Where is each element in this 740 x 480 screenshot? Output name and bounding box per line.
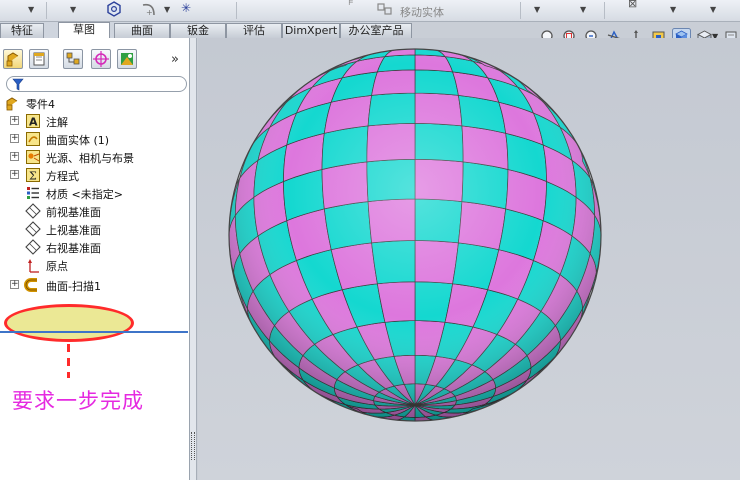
- tab-sheet-metal[interactable]: 钣金: [170, 23, 226, 38]
- tree-item-equations[interactable]: + Σ 方程式: [0, 166, 188, 184]
- dropdown-arrow-icon[interactable]: ▼: [710, 5, 716, 14]
- origin-icon: [28, 259, 39, 273]
- tree-item-label: 注解: [46, 116, 68, 129]
- sphere-model[interactable]: [225, 47, 615, 437]
- plane-icon: [25, 203, 41, 219]
- tab-office-products[interactable]: 办公室产品: [340, 23, 412, 38]
- tab-features[interactable]: 特征: [0, 23, 44, 38]
- command-tabs: 特征 草图 曲面 钣金 评估 DimXpert 办公室产品: [0, 22, 412, 38]
- dropdown-arrow-icon[interactable]: ▼: [164, 5, 170, 14]
- display-manager-icon: [121, 53, 133, 65]
- feature-tree-icon: [6, 52, 19, 67]
- panel-splitter[interactable]: [190, 38, 197, 480]
- tree-item-label: 原点: [46, 260, 68, 273]
- display-manager-tab[interactable]: [117, 49, 137, 69]
- annotation-dashed-line: [67, 344, 70, 378]
- dropdown-arrow-icon[interactable]: ▼: [28, 5, 34, 14]
- expand-toggle-icon[interactable]: +: [10, 116, 19, 125]
- svg-text:A: A: [29, 116, 38, 129]
- grid-icon[interactable]: ⊠: [628, 0, 637, 10]
- selection-highlight-ellipse: [4, 304, 134, 342]
- expand-toggle-icon[interactable]: +: [10, 134, 19, 143]
- tree-item-label: 曲面实体 (1): [46, 134, 110, 147]
- expand-toggle-icon[interactable]: +: [10, 152, 19, 161]
- tree-item-right-plane[interactable]: 右视基准面: [0, 238, 188, 256]
- feature-manager-tab[interactable]: [3, 49, 23, 69]
- equation-icon: Σ: [26, 168, 40, 183]
- rollback-bar[interactable]: [0, 331, 188, 333]
- tree-item-label: 光源、相机与布景: [46, 152, 134, 165]
- funnel-icon: [12, 78, 24, 91]
- tree-filter-field[interactable]: [6, 76, 187, 92]
- toolbar-separator: [520, 2, 521, 19]
- feature-manager-panel: » 零件4 + A 注解 + 曲面实体 (1) + 光源、相机与布景 + Σ 方…: [0, 38, 190, 480]
- material-icon: [27, 187, 39, 199]
- pin-icon[interactable]: ⊧: [348, 0, 354, 8]
- tree-item-label: 前视基准面: [46, 206, 101, 219]
- svg-text:Σ: Σ: [29, 170, 37, 183]
- expand-panel-button[interactable]: »: [171, 52, 179, 67]
- plane-icon: [25, 221, 41, 237]
- expand-toggle-icon[interactable]: +: [10, 170, 19, 179]
- tree-item-top-plane[interactable]: 上视基准面: [0, 220, 188, 238]
- tree-item-label: 方程式: [46, 170, 79, 183]
- tab-surfaces[interactable]: 曲面: [114, 23, 170, 38]
- arc-icon[interactable]: +: [140, 1, 158, 19]
- part-icon: [6, 97, 18, 111]
- tree-item-material[interactable]: 材质 <未指定>: [0, 184, 188, 202]
- hex-nut-icon[interactable]: [106, 1, 122, 17]
- property-sheet-icon: [33, 52, 45, 66]
- point-icon[interactable]: ✳: [181, 1, 191, 15]
- svg-text:+: +: [146, 8, 153, 17]
- move-body-button[interactable]: 移动实体: [400, 4, 444, 20]
- surface-body-icon: [26, 132, 40, 146]
- configuration-manager-tab[interactable]: [63, 49, 83, 69]
- annotation-icon: A: [26, 114, 40, 129]
- crosshair-icon: [93, 51, 109, 67]
- plane-icon: [25, 239, 41, 255]
- dropdown-arrow-icon[interactable]: ▼: [534, 5, 540, 14]
- tree-root-label: 零件4: [26, 98, 55, 111]
- command-toolbar: ▼ ▼ + ▼ ✳ ⊧ 移动实体 ▼ ▼ ⊠ ▼ ▼: [0, 0, 740, 22]
- tree-item-surface-bodies[interactable]: + 曲面实体 (1): [0, 130, 188, 148]
- property-manager-tab[interactable]: [29, 49, 49, 69]
- sweep-icon: [24, 278, 37, 292]
- toolbar-separator: [236, 2, 237, 19]
- dropdown-arrow-icon[interactable]: ▼: [580, 5, 586, 14]
- annotation-note: 要求一步完成: [12, 389, 144, 413]
- tree-item-front-plane[interactable]: 前视基准面: [0, 202, 188, 220]
- tab-evaluate[interactable]: 评估: [226, 23, 282, 38]
- move-body-icon[interactable]: [376, 1, 394, 17]
- toolbar-separator: [46, 2, 47, 19]
- graphics-viewport[interactable]: [198, 38, 740, 480]
- sphere-shading: [229, 49, 601, 421]
- tab-sketch[interactable]: 草图: [58, 22, 110, 38]
- splitter-grip-icon[interactable]: [191, 432, 195, 460]
- tree-item-surface-sweep[interactable]: + 曲面-扫描1: [0, 276, 188, 294]
- tree-item-annotations[interactable]: + A 注解: [0, 112, 188, 130]
- tree-root-part[interactable]: 零件4: [0, 94, 188, 112]
- tree-item-lights-cameras[interactable]: + 光源、相机与布景: [0, 148, 188, 166]
- lights-icon: [26, 150, 40, 164]
- tree-item-label: 材质 <未指定>: [46, 188, 123, 201]
- configuration-icon: [66, 52, 80, 65]
- toolbar-separator: [604, 2, 605, 19]
- tree-item-origin[interactable]: 原点: [0, 256, 188, 274]
- dropdown-arrow-icon[interactable]: ▼: [70, 5, 76, 14]
- tree-item-label: 曲面-扫描1: [46, 280, 101, 293]
- dropdown-arrow-icon[interactable]: ▼: [670, 5, 676, 14]
- dimxpert-manager-tab[interactable]: [91, 49, 111, 69]
- tree-item-label: 上视基准面: [46, 224, 101, 237]
- expand-toggle-icon[interactable]: +: [10, 280, 19, 289]
- tree-item-label: 右视基准面: [46, 242, 101, 255]
- tab-dimxpert[interactable]: DimXpert: [282, 23, 340, 38]
- solidworks-window: ▼ ▼ + ▼ ✳ ⊧ 移动实体 ▼ ▼ ⊠ ▼ ▼ 特征 草图 曲面 钣金 评…: [0, 0, 740, 480]
